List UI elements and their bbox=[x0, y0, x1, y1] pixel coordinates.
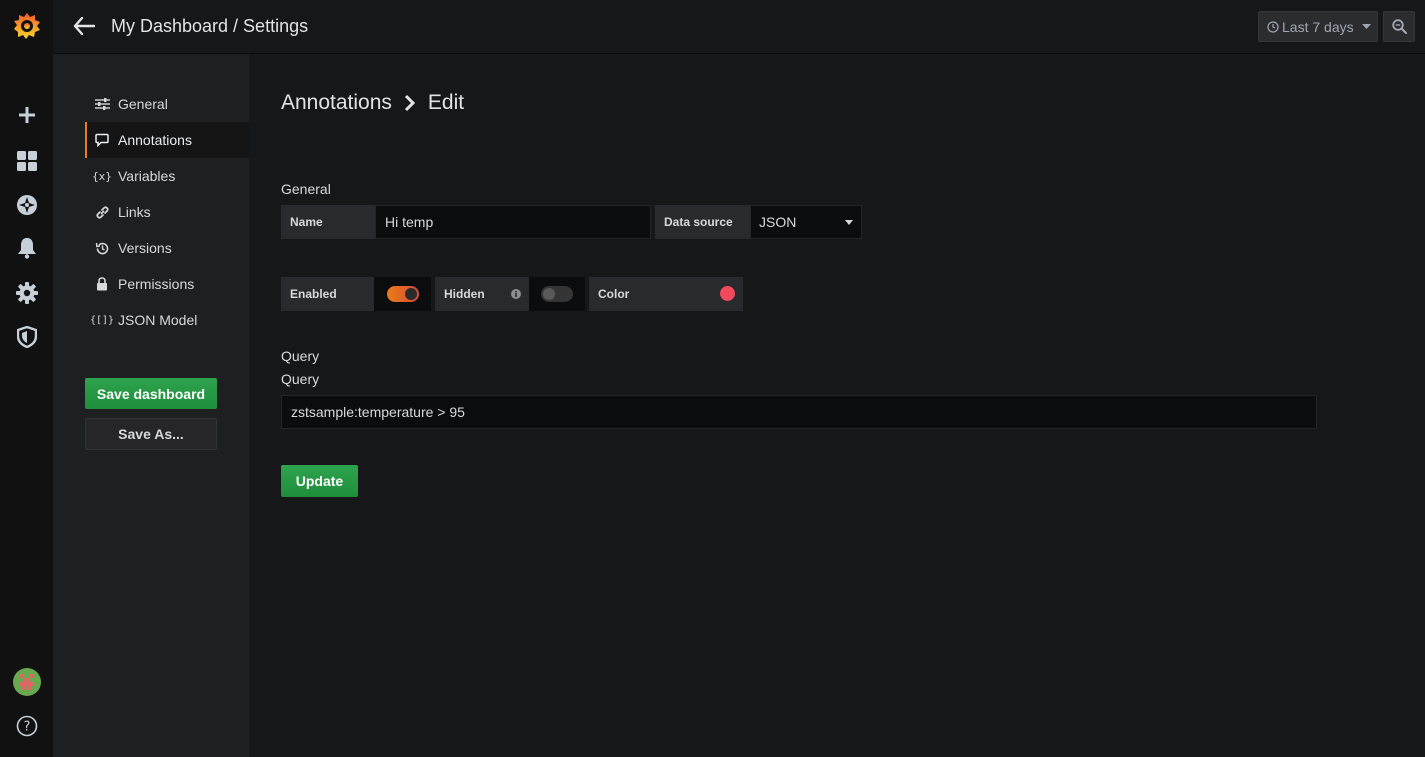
help-icon[interactable]: ? bbox=[0, 711, 53, 741]
color-picker-swatch[interactable] bbox=[720, 286, 735, 301]
plus-icon[interactable] bbox=[0, 100, 53, 130]
caret-down-icon bbox=[845, 220, 853, 225]
sidebar-item-general[interactable]: General bbox=[85, 86, 249, 122]
shield-icon[interactable] bbox=[0, 322, 53, 352]
comment-icon bbox=[94, 132, 110, 148]
gear-icon[interactable] bbox=[0, 278, 53, 308]
hidden-toggle[interactable] bbox=[529, 277, 585, 311]
svg-text:?: ? bbox=[23, 720, 30, 735]
json-icon: {[]} bbox=[89, 314, 115, 326]
link-icon bbox=[94, 204, 110, 220]
sliders-icon bbox=[94, 96, 110, 112]
explore-icon[interactable] bbox=[0, 190, 53, 220]
toggle-knob bbox=[404, 288, 417, 300]
toggle-knob bbox=[543, 288, 555, 300]
breadcrumb-current: Edit bbox=[427, 91, 465, 114]
zoom-out-button[interactable] bbox=[1383, 11, 1415, 42]
sidebar-item-label: General bbox=[118, 96, 168, 112]
sidebar-item-label: Versions bbox=[118, 240, 172, 256]
update-button[interactable]: Update bbox=[281, 465, 358, 497]
clock-icon bbox=[1267, 20, 1279, 33]
arrow-left-icon bbox=[73, 17, 95, 35]
variables-icon: {x} bbox=[92, 169, 112, 183]
settings-sidebar: General Annotations {x} Variables Links … bbox=[53, 54, 249, 757]
time-range-picker[interactable]: Last 7 days bbox=[1258, 11, 1378, 42]
query-input[interactable]: zstsample:temperature > 95 bbox=[281, 395, 1317, 429]
chevron-right-icon bbox=[404, 94, 416, 112]
sidebar-item-label: Annotations bbox=[118, 132, 192, 148]
sidebar-item-permissions[interactable]: Permissions bbox=[85, 266, 249, 302]
sidebar-item-variables[interactable]: {x} Variables bbox=[85, 158, 249, 194]
sidebar-item-label: Permissions bbox=[118, 276, 195, 292]
page-title: My Dashboard / Settings bbox=[111, 16, 309, 36]
back-button[interactable] bbox=[71, 13, 97, 39]
breadcrumb: Annotations Edit bbox=[281, 91, 464, 115]
lock-icon bbox=[94, 276, 110, 292]
query-label: Query bbox=[281, 371, 320, 387]
side-menu: ? bbox=[0, 0, 53, 757]
sidebar-item-versions[interactable]: Versions bbox=[85, 230, 249, 266]
save-as-button[interactable]: Save As... bbox=[85, 418, 217, 450]
hidden-label: Hidden bbox=[435, 277, 529, 311]
top-navbar: My Dashboard / Settings Last 7 days bbox=[53, 0, 1425, 54]
datasource-value: JSON bbox=[759, 214, 797, 230]
grafana-logo-icon[interactable] bbox=[0, 11, 53, 41]
datasource-label: Data source bbox=[655, 205, 750, 239]
name-label: Name bbox=[281, 205, 375, 239]
section-heading-query: Query bbox=[281, 348, 320, 364]
info-icon[interactable] bbox=[511, 289, 521, 299]
enabled-label: Enabled bbox=[281, 277, 374, 311]
dashboards-icon[interactable] bbox=[0, 146, 53, 176]
bell-icon[interactable] bbox=[0, 233, 53, 263]
sidebar-item-label: JSON Model bbox=[118, 312, 198, 328]
save-dashboard-button[interactable]: Save dashboard bbox=[85, 378, 217, 409]
section-heading-general: General bbox=[281, 181, 331, 197]
history-icon bbox=[94, 240, 110, 256]
sidebar-item-label: Variables bbox=[118, 168, 176, 184]
time-range-label: Last 7 days bbox=[1282, 18, 1354, 35]
sidebar-item-label: Links bbox=[118, 204, 151, 220]
sidebar-item-json-model[interactable]: {[]} JSON Model bbox=[85, 302, 249, 338]
sidebar-item-links[interactable]: Links bbox=[85, 194, 249, 230]
enabled-toggle[interactable] bbox=[374, 277, 431, 311]
name-input[interactable]: Hi temp bbox=[375, 205, 651, 239]
sidebar-item-annotations[interactable]: Annotations bbox=[85, 122, 249, 158]
avatar[interactable] bbox=[0, 667, 53, 697]
search-minus-icon bbox=[1391, 19, 1407, 34]
datasource-select[interactable]: JSON bbox=[750, 205, 862, 239]
caret-down-icon bbox=[1361, 24, 1371, 29]
toggle-track bbox=[386, 286, 419, 302]
breadcrumb-parent[interactable]: Annotations bbox=[281, 91, 392, 115]
toggle-track bbox=[541, 286, 573, 302]
